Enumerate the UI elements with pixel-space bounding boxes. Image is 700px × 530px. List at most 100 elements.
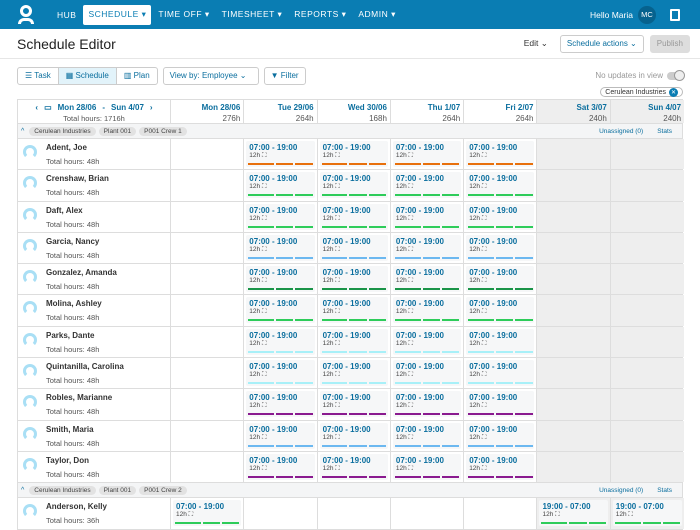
employee-cell[interactable]: Molina, Ashley Total hours: 48h [18,295,171,326]
view-tab[interactable]: ☰ Task [18,67,59,84]
day-cell[interactable]: 19:00 - 07:00 12h ⛶ [610,498,685,529]
day-cell[interactable]: 07:00 - 19:00 12h ⛶ [391,139,465,170]
day-cell[interactable] [537,451,611,483]
shift-card[interactable]: 07:00 - 19:00 12h ⛶ [466,391,535,418]
shift-card[interactable]: 07:00 - 19:00 12h ⛶ [466,203,535,230]
shift-card[interactable]: 07:00 - 19:00 12h ⛶ [246,297,315,324]
prev-week-button[interactable]: ‹ [35,103,38,112]
edit-dropdown[interactable]: Edit ⌄ [524,38,548,49]
day-cell[interactable] [610,201,685,232]
day-cell[interactable] [610,420,685,451]
shift-card[interactable]: 07:00 - 19:00 12h ⛶ [392,422,462,449]
day-cell[interactable]: 07:00 - 19:00 12h ⛶ [318,232,391,264]
day-cell[interactable]: 07:00 - 19:00 12h ⛶ [318,420,391,451]
shift-card[interactable]: 07:00 - 19:00 12h ⛶ [319,422,388,449]
day-cell[interactable]: 07:00 - 19:00 12h ⛶ [318,295,391,326]
day-cell[interactable]: 07:00 - 19:00 12h ⛶ [464,358,538,389]
day-cell[interactable] [610,139,685,170]
day-cell[interactable]: 07:00 - 19:00 12h ⛶ [244,170,318,201]
day-cell[interactable]: 07:00 - 19:00 12h ⛶ [464,139,538,170]
day-cell[interactable]: 07:00 - 19:00 12h ⛶ [391,170,465,201]
day-cell[interactable] [537,326,611,358]
day-cell[interactable]: 07:00 - 19:00 12h ⛶ [391,389,465,420]
day-header[interactable]: Fri 2/07 264h [464,100,538,123]
day-cell[interactable]: 07:00 - 19:00 12h ⛶ [244,451,318,483]
day-header[interactable]: Sun 4/07 240h [610,100,685,123]
day-cell[interactable] [610,264,685,295]
day-cell[interactable]: 07:00 - 19:00 12h ⛶ [391,451,465,483]
shift-card[interactable]: 07:00 - 19:00 12h ⛶ [392,172,462,199]
shift-card[interactable]: 07:00 - 19:00 12h ⛶ [319,266,388,293]
day-cell[interactable] [391,498,465,529]
day-cell[interactable] [171,389,245,420]
shift-card[interactable]: 07:00 - 19:00 12h ⛶ [392,391,462,418]
day-cell[interactable]: 07:00 - 19:00 12h ⛶ [464,232,538,264]
nav-item[interactable]: TIME OFF ▾ [153,5,214,25]
day-cell[interactable]: 07:00 - 19:00 12h ⛶ [318,389,391,420]
employee-cell[interactable]: Quintanilla, Carolina Total hours: 48h [18,358,171,389]
shift-card[interactable]: 19:00 - 07:00 12h ⛶ [539,500,608,527]
shift-card[interactable]: 07:00 - 19:00 12h ⛶ [173,500,242,527]
day-cell[interactable]: 07:00 - 19:00 12h ⛶ [391,232,465,264]
day-cell[interactable]: 07:00 - 19:00 12h ⛶ [464,326,538,358]
next-week-button[interactable]: › [150,103,153,112]
publish-button[interactable]: Publish [649,34,690,53]
collapse-caret-icon[interactable]: ^ [21,487,24,494]
day-cell[interactable]: 07:00 - 19:00 12h ⛶ [464,264,538,295]
shift-card[interactable]: 07:00 - 19:00 12h ⛶ [392,203,462,230]
shift-card[interactable]: 07:00 - 19:00 12h ⛶ [319,453,388,480]
day-cell[interactable] [171,139,245,170]
logo-icon[interactable] [16,5,36,24]
shift-card[interactable]: 07:00 - 19:00 12h ⛶ [319,360,388,387]
day-cell[interactable] [171,451,245,483]
shift-card[interactable]: 07:00 - 19:00 12h ⛶ [466,266,535,293]
view-by-select[interactable]: View by: Employee ⌄ [162,66,259,85]
day-cell[interactable]: 07:00 - 19:00 12h ⛶ [464,295,538,326]
day-cell[interactable]: 07:00 - 19:00 12h ⛶ [244,295,318,326]
day-cell[interactable] [171,232,245,264]
shift-card[interactable]: 19:00 - 07:00 12h ⛶ [612,500,683,527]
shift-card[interactable]: 07:00 - 19:00 12h ⛶ [466,141,535,167]
day-cell[interactable]: 07:00 - 19:00 12h ⛶ [244,389,318,420]
shift-card[interactable]: 07:00 - 19:00 12h ⛶ [466,453,535,480]
day-cell[interactable]: 07:00 - 19:00 12h ⛶ [318,358,391,389]
nav-item[interactable]: SCHEDULE ▾ [83,4,152,25]
stats-link[interactable]: Stats [657,487,672,494]
day-cell[interactable]: 07:00 - 19:00 12h ⛶ [464,420,538,451]
shift-card[interactable]: 07:00 - 19:00 12h ⛶ [392,141,462,167]
day-cell[interactable]: 07:00 - 19:00 12h ⛶ [464,201,538,232]
shift-card[interactable]: 07:00 - 19:00 12h ⛶ [392,453,462,480]
day-cell[interactable] [171,264,245,295]
shift-card[interactable]: 07:00 - 19:00 12h ⛶ [466,172,535,199]
employee-cell[interactable]: Smith, Maria Total hours: 48h [18,420,171,451]
employee-cell[interactable]: Garcia, Nancy Total hours: 48h [18,232,171,264]
day-cell[interactable]: 07:00 - 19:00 12h ⛶ [244,201,318,232]
shift-card[interactable]: 07:00 - 19:00 12h ⛶ [466,328,535,355]
day-cell[interactable] [537,170,611,201]
employee-cell[interactable]: Gonzalez, Amanda Total hours: 48h [18,264,171,295]
day-cell[interactable]: 07:00 - 19:00 12h ⛶ [318,451,391,483]
schedule-actions-button[interactable]: Schedule actions ⌄ [559,34,644,53]
day-cell[interactable] [610,326,685,358]
shift-card[interactable]: 07:00 - 19:00 12h ⛶ [392,328,462,355]
employee-cell[interactable]: Daft, Alex Total hours: 48h [18,201,171,232]
shift-card[interactable]: 07:00 - 19:00 12h ⛶ [246,234,315,261]
stats-link[interactable]: Stats [657,128,672,135]
day-cell[interactable]: 07:00 - 19:00 12h ⛶ [391,326,465,358]
document-icon[interactable] [670,8,680,21]
day-cell[interactable] [537,420,611,451]
close-icon[interactable]: ✕ [669,87,678,97]
day-cell[interactable]: 07:00 - 19:00 12h ⛶ [244,264,318,295]
shift-card[interactable]: 07:00 - 19:00 12h ⛶ [246,391,315,418]
shift-card[interactable]: 07:00 - 19:00 12h ⛶ [466,297,535,324]
shift-card[interactable]: 07:00 - 19:00 12h ⛶ [246,360,315,387]
day-cell[interactable]: 07:00 - 19:00 12h ⛶ [244,326,318,358]
day-cell[interactable]: 07:00 - 19:00 12h ⛶ [318,139,391,170]
shift-card[interactable]: 07:00 - 19:00 12h ⛶ [246,266,315,293]
shift-card[interactable]: 07:00 - 19:00 12h ⛶ [392,266,462,293]
day-cell[interactable] [171,358,245,389]
shift-card[interactable]: 07:00 - 19:00 12h ⛶ [319,203,388,230]
shift-card[interactable]: 07:00 - 19:00 12h ⛶ [246,453,315,480]
shift-card[interactable]: 07:00 - 19:00 12h ⛶ [319,297,388,324]
day-header[interactable]: Wed 30/06 168h [318,100,391,123]
